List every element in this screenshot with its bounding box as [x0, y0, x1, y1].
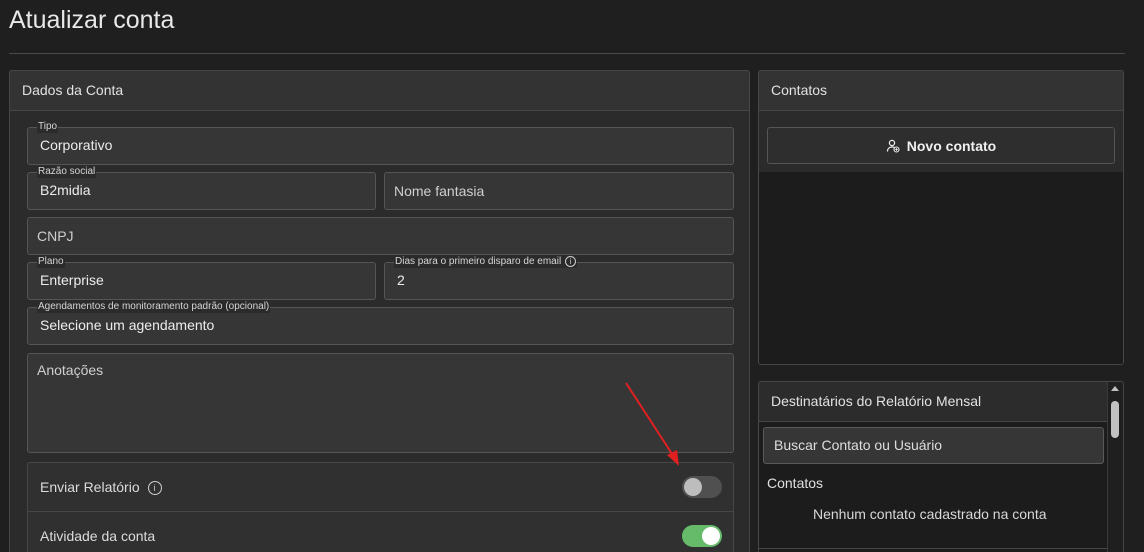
cnpj-field[interactable]: CNPJ — [27, 217, 734, 255]
scrollbar-thumb[interactable] — [1111, 401, 1119, 438]
contacts-header: Contatos — [759, 71, 1123, 111]
account-data-header: Dados da Conta — [10, 71, 749, 111]
contacts-list-area — [759, 172, 1123, 364]
contacts-label: Contatos — [767, 475, 824, 491]
new-contact-label: Novo contato — [906, 137, 997, 154]
enviar-relatorio-row: Enviar Relatório i — [28, 463, 733, 511]
dias-disparo-field[interactable]: Dias para o primeiro disparo de email i 2 — [384, 256, 734, 300]
atividade-conta-toggle[interactable] — [682, 525, 722, 547]
toggle-knob — [684, 478, 702, 496]
tipo-value: Corporativo — [40, 137, 113, 153]
razao-social-field[interactable]: Razão social B2midia — [27, 166, 376, 210]
scrollbar[interactable] — [1107, 382, 1123, 552]
razao-social-label: Razão social — [37, 166, 97, 178]
toggle-section: Enviar Relatório i Atividade da conta — [27, 462, 734, 552]
enviar-relatorio-label-wrap: Enviar Relatório i — [40, 479, 162, 495]
account-data-panel: Dados da Conta Tipo Corporativo Razão so… — [9, 70, 750, 552]
tipo-select[interactable]: Tipo Corporativo — [27, 121, 734, 165]
anotacoes-textarea[interactable]: Anotações — [27, 353, 734, 453]
enviar-relatorio-label: Enviar Relatório — [40, 479, 140, 495]
agendamentos-select[interactable]: Agendamentos de monitoramento padrão (op… — [27, 301, 734, 345]
report-recipients-panel: Destinatários do Relatório Mensal Buscar… — [758, 381, 1124, 552]
person-add-icon — [886, 139, 900, 153]
agendamentos-label: Agendamentos de monitoramento padrão (op… — [37, 301, 271, 313]
info-icon[interactable]: i — [147, 481, 162, 495]
dias-disparo-label-wrap: Dias para o primeiro disparo de email i — [394, 256, 578, 269]
dias-disparo-label: Dias para o primeiro disparo de email — [395, 256, 562, 268]
razao-social-value: B2midia — [40, 182, 91, 198]
plano-label: Plano — [37, 256, 65, 268]
nome-fantasia-placeholder: Nome fantasia — [394, 183, 485, 199]
tipo-label: Tipo — [37, 121, 59, 133]
plano-select[interactable]: Plano Enterprise — [27, 256, 376, 300]
scroll-up-icon[interactable] — [1111, 386, 1119, 391]
plano-value: Enterprise — [40, 272, 104, 288]
report-recipients-header: Destinatários do Relatório Mensal — [759, 382, 1123, 422]
nome-fantasia-field[interactable]: Nome fantasia — [384, 172, 734, 210]
toggle-knob — [702, 527, 720, 545]
new-contact-button[interactable]: Novo contato — [767, 127, 1115, 164]
anotacoes-placeholder: Anotações — [37, 362, 104, 378]
atividade-conta-row: Atividade da conta — [28, 512, 733, 552]
cnpj-placeholder: CNPJ — [37, 228, 74, 244]
agendamentos-value: Selecione um agendamento — [40, 317, 215, 333]
enviar-relatorio-toggle[interactable] — [682, 476, 722, 498]
empty-contacts-message: Nenhum contato cadastrado na conta — [813, 506, 1047, 522]
atividade-conta-label: Atividade da conta — [40, 528, 156, 544]
info-icon[interactable]: i — [565, 256, 577, 267]
title-divider — [9, 53, 1125, 54]
section-divider — [759, 548, 1107, 549]
search-contact-input[interactable]: Buscar Contato ou Usuário — [763, 427, 1104, 464]
dias-disparo-value: 2 — [397, 272, 405, 288]
page-title: Atualizar conta — [9, 6, 175, 34]
contacts-panel: Contatos Novo contato — [758, 70, 1124, 365]
